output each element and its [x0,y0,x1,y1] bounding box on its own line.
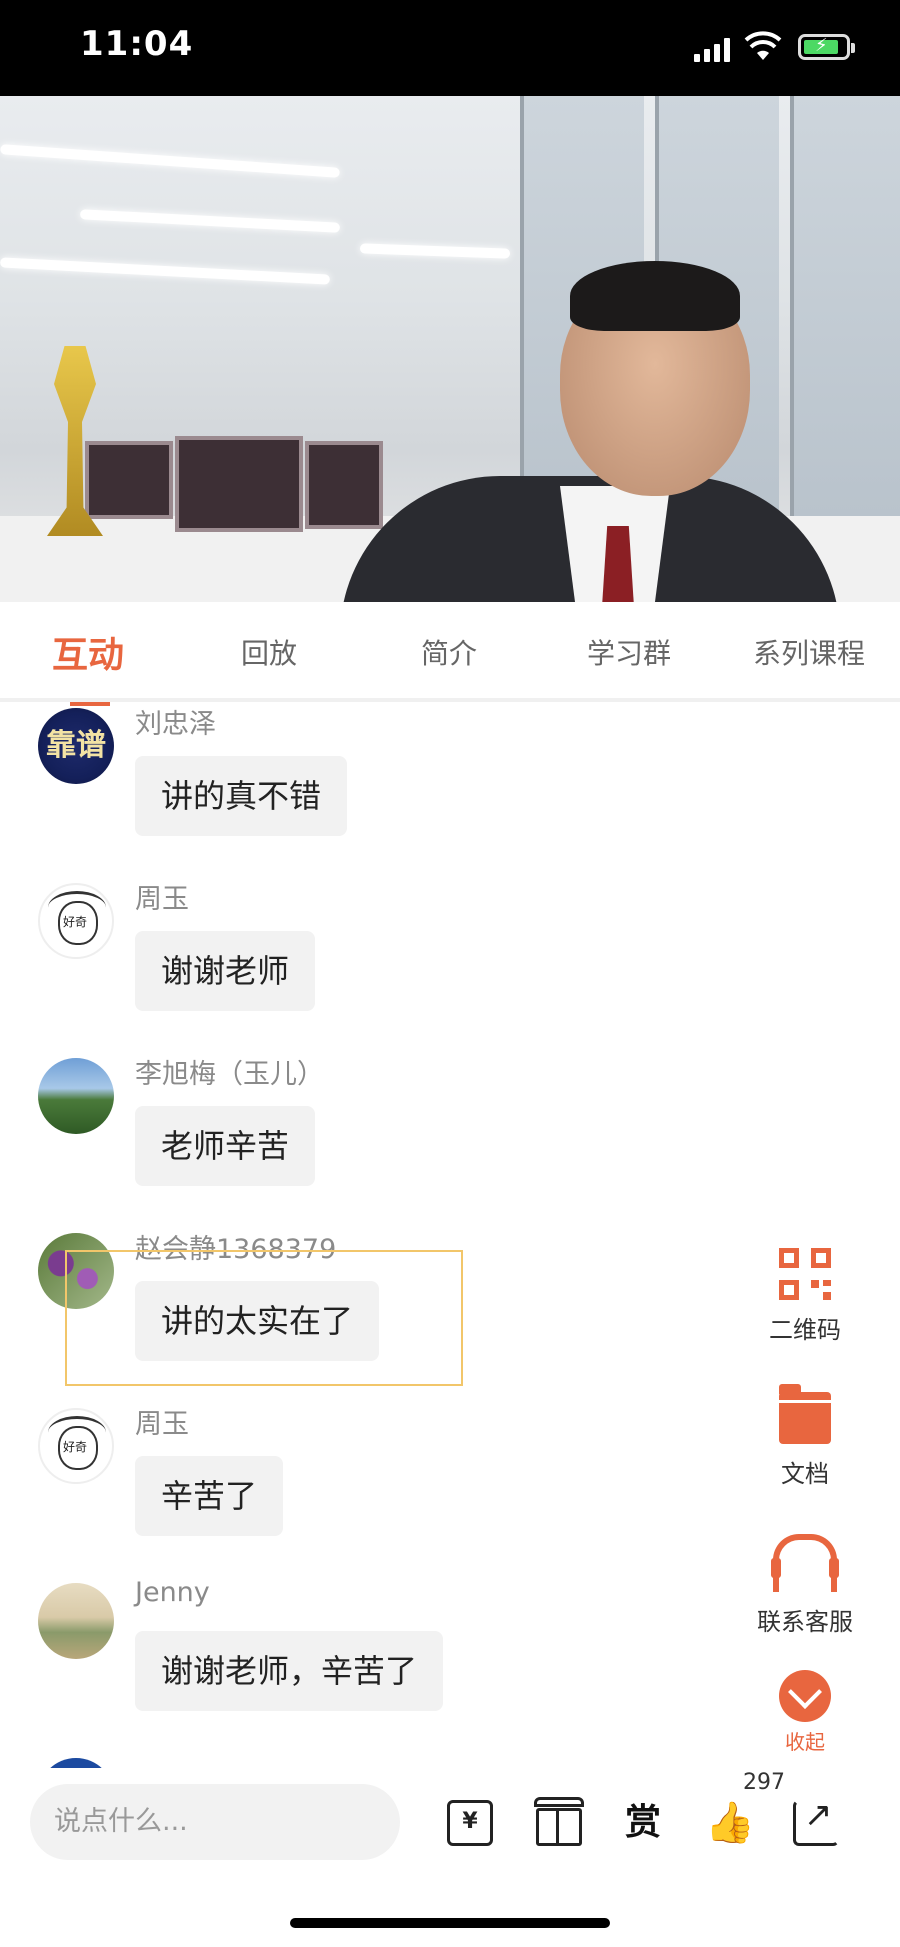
status-time: 11:04 [80,24,194,64]
message-bubble[interactable]: 辛苦了 [135,1456,284,1536]
message-bubble[interactable]: 谢谢老师，辛苦了 [135,1631,444,1711]
like-count: 297 [743,1770,785,1795]
documents-label: 文档 [781,1460,829,1488]
bottom-action-bar: 说点什么... ¥ 赏 297 👍 [0,1768,900,1947]
documents-button[interactable]: 文档 [740,1384,870,1489]
message-username: 周玉 [135,1409,189,1440]
thumbs-up-icon[interactable]: 👍 [705,1800,755,1846]
selection-highlight-box [65,1250,463,1386]
tab-replay[interactable]: 回放 [241,632,297,672]
message-username: 李旭梅（玉儿） [135,1059,324,1090]
message-username: Jenny [135,1577,210,1608]
avatar[interactable] [38,1758,114,1768]
qrcode-label: 二维码 [769,1316,841,1344]
comment-input[interactable]: 说点什么... [30,1784,400,1860]
collapse-button[interactable]: 收起 [740,1670,870,1755]
tab-intro[interactable]: 简介 [421,632,477,672]
wifi-icon [744,31,782,60]
message-username: 周玉 [135,884,189,915]
avatar[interactable]: 靠谱 [38,708,114,784]
reward-button[interactable]: 赏 [620,1800,666,1846]
qrcode-icon [779,1248,831,1300]
tab-series-courses[interactable]: 系列课程 [753,632,865,672]
collapse-label: 收起 [785,1730,825,1754]
avatar[interactable] [38,1058,114,1134]
red-packet-icon[interactable]: ¥ [447,1800,493,1846]
avatar[interactable]: 好奇 [38,883,114,959]
status-bar: 11:04 ⚡ [0,0,900,96]
customer-service-label: 联系客服 [757,1608,853,1636]
tab-interaction[interactable]: 互动 [52,626,124,678]
home-indicator [290,1918,610,1928]
avatar[interactable]: 好奇 [38,1408,114,1484]
live-video-player[interactable] [0,96,900,602]
chevron-down-icon [779,1670,831,1722]
battery-charging-icon: ⚡ [798,34,855,60]
message-bubble[interactable]: 讲的真不错 [135,756,348,836]
share-icon[interactable] [793,1795,839,1846]
tab-bar: 互动 回放 简介 学习群 系列课程 [0,602,900,702]
message-bubble[interactable]: 谢谢老师 [135,931,316,1011]
customer-service-button[interactable]: 联系客服 [740,1534,870,1637]
folder-icon [779,1384,831,1444]
headset-icon [771,1534,839,1592]
message-username: 刘忠泽 [135,709,216,740]
gift-icon[interactable] [534,1797,584,1846]
avatar[interactable] [38,1583,114,1659]
message-bubble[interactable]: 老师辛苦 [135,1106,316,1186]
cellular-signal-icon [694,38,732,62]
tab-study-group[interactable]: 学习群 [587,632,671,672]
qrcode-button[interactable]: 二维码 [740,1248,870,1345]
